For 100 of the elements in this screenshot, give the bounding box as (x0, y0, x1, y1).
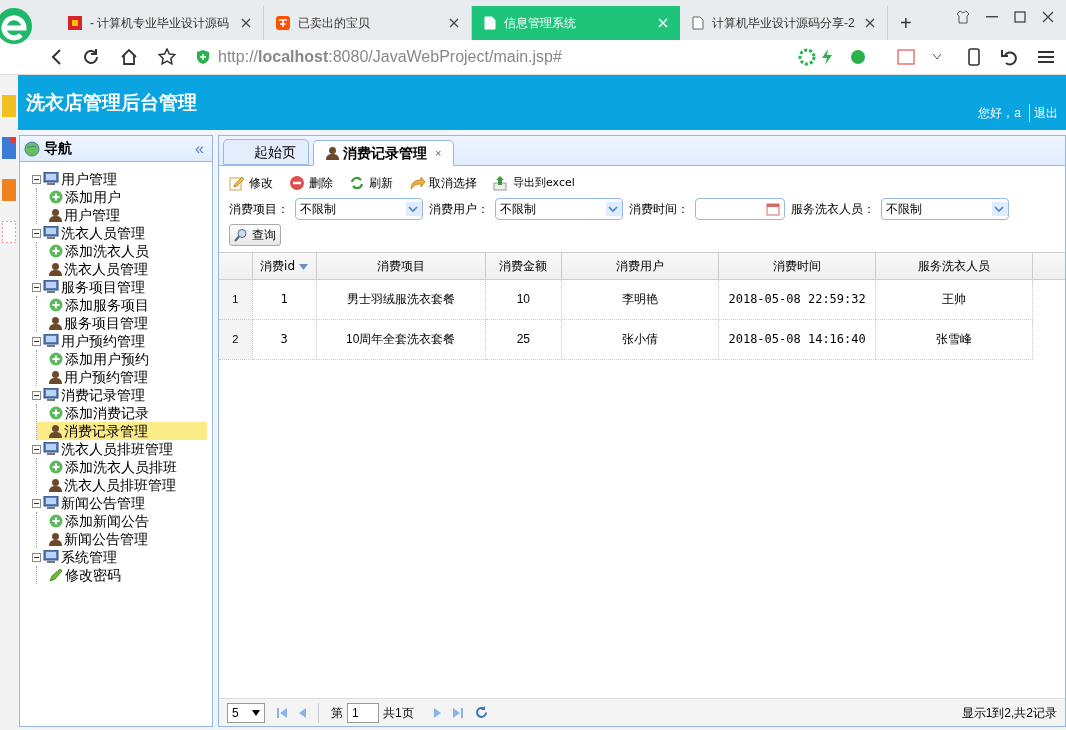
caret-icon (606, 202, 622, 216)
tree-item[interactable]: 修改密码 (37, 566, 212, 584)
person-icon (49, 316, 62, 330)
edit-icon (229, 175, 245, 191)
collapse-icon[interactable] (32, 498, 41, 508)
page-size-select[interactable]: 5 (227, 702, 265, 723)
menu-icon (1038, 50, 1054, 64)
tree-item[interactable]: 洗衣人员排班管理 (37, 476, 212, 494)
toolbar-button[interactable]: 刷新 (349, 174, 393, 192)
tree-item[interactable]: 添加新闻公告 (37, 512, 212, 530)
table-cell: 男士羽绒服洗衣套餐 (316, 279, 486, 319)
column-header[interactable]: 消费id (252, 253, 317, 279)
delete-icon (289, 175, 305, 191)
table-cell: 10周年全套洗衣套餐 (316, 319, 486, 359)
collapse-button[interactable]: « (195, 140, 208, 157)
tree-item[interactable]: 添加洗衣人员 (37, 242, 212, 260)
tree-item[interactable]: 新闻公告管理 (37, 530, 212, 548)
tree-item[interactable]: 洗衣人员排班管理 (61, 440, 173, 458)
tree-item[interactable]: 服务项目管理 (37, 314, 212, 332)
site-icon (68, 16, 82, 30)
computer-icon (43, 550, 59, 564)
collapse-icon[interactable] (32, 336, 41, 346)
table-cell: 王帅 (875, 279, 1033, 319)
column-header[interactable]: 消费金额 (485, 253, 562, 279)
new-tab-button[interactable]: + (888, 6, 924, 40)
url-field[interactable]: http://localhost:8080/JavaWebProject/main.jsp# (218, 45, 562, 69)
column-header[interactable]: 消费项目 (316, 253, 486, 279)
table-cell: 3 (252, 319, 317, 359)
refresh-icon (349, 175, 365, 191)
tree-item[interactable]: 用户预约管理 (37, 368, 212, 386)
table-cell: 25 (485, 319, 562, 359)
computer-icon (43, 280, 59, 294)
next-page-icon (433, 706, 441, 719)
add-icon (49, 244, 63, 258)
home-icon (120, 48, 138, 66)
field-label: 消费用户： (429, 201, 489, 218)
tree-item[interactable]: 系统管理 (61, 548, 117, 566)
add-icon (49, 352, 63, 366)
reload-icon (82, 48, 100, 66)
tree-item[interactable]: 用户预约管理 (61, 332, 145, 350)
computer-icon (43, 226, 59, 240)
tree-item[interactable]: 用户管理 (61, 170, 117, 188)
pager-summary: 显示1到2,共2记录 (961, 704, 1057, 722)
tree-item[interactable]: 洗衣人员管理 (37, 260, 212, 278)
collapse-icon[interactable] (32, 552, 41, 562)
tree-item[interactable]: 用户管理 (37, 206, 212, 224)
person-icon (49, 424, 62, 438)
close-icon (449, 18, 459, 28)
collapse-icon[interactable] (32, 444, 41, 454)
column-header[interactable]: 消费时间 (718, 253, 876, 279)
collapse-icon[interactable] (32, 282, 41, 292)
tree-item[interactable]: 添加用户预约 (37, 350, 212, 368)
content-tab[interactable]: 消费记录管理 × (313, 140, 455, 166)
search-button[interactable]: 查询 (229, 224, 281, 246)
add-icon (49, 460, 63, 474)
app-title: 洗衣店管理后台管理 (26, 90, 197, 116)
close-tab-button[interactable]: × (435, 144, 442, 162)
computer-icon (43, 442, 59, 456)
person-icon (49, 478, 62, 492)
minimize-icon (986, 16, 998, 18)
date-field[interactable] (695, 198, 785, 220)
table-cell: 2018-05-08 22:59:32 (718, 279, 876, 319)
add-icon (49, 406, 63, 420)
toolbar-button[interactable]: 修改 (229, 174, 273, 192)
table-cell: 1 (252, 279, 317, 319)
page-number-field[interactable]: 1 (347, 702, 379, 723)
field-label: 服务洗衣人员： (791, 201, 875, 218)
tree-item[interactable]: 添加洗衣人员排班 (37, 458, 212, 476)
column-header[interactable]: 消费用户 (561, 253, 719, 279)
tree-item[interactable]: 添加消费记录 (37, 404, 212, 422)
export-icon (493, 175, 509, 191)
column-header[interactable]: 服务洗衣人员 (875, 253, 1033, 279)
dropdown-field[interactable]: 不限制 (295, 198, 423, 220)
tree-item[interactable]: 消费记录管理 (61, 386, 145, 404)
table-cell: 张雪峰 (875, 319, 1033, 359)
tree-item[interactable]: 添加用户 (37, 188, 212, 206)
dropdown-field[interactable]: 不限制 (881, 198, 1009, 220)
tree-item[interactable]: 服务项目管理 (61, 278, 145, 296)
content-tab[interactable]: 起始页 (223, 139, 309, 165)
tree-item[interactable]: 洗衣人员管理 (61, 224, 145, 242)
toolbar-button[interactable]: 删除 (289, 174, 333, 192)
dropdown-field[interactable]: 不限制 (495, 198, 623, 220)
toolbar-button[interactable]: 导出到excel (493, 174, 575, 192)
greeting-text: 您好，a (978, 105, 1021, 122)
close-icon (865, 18, 875, 28)
tree-item[interactable]: 消费记录管理 (37, 422, 207, 440)
table-cell: 2018-05-08 14:16:40 (718, 319, 876, 359)
collapse-icon[interactable] (32, 228, 41, 238)
collapse-icon[interactable] (32, 390, 41, 400)
page-total: 共1页 (383, 704, 414, 722)
collapse-icon[interactable] (32, 174, 41, 184)
table-cell: 李明艳 (561, 279, 719, 319)
tree-item[interactable]: 添加服务项目 (37, 296, 212, 314)
person-icon (49, 262, 62, 276)
first-page-icon (277, 706, 287, 719)
toolbar-button[interactable]: 取消选择 (409, 174, 477, 192)
caret-icon (252, 709, 260, 716)
person-icon (326, 146, 339, 160)
tree-item[interactable]: 新闻公告管理 (61, 494, 145, 512)
phone-icon (968, 48, 980, 66)
